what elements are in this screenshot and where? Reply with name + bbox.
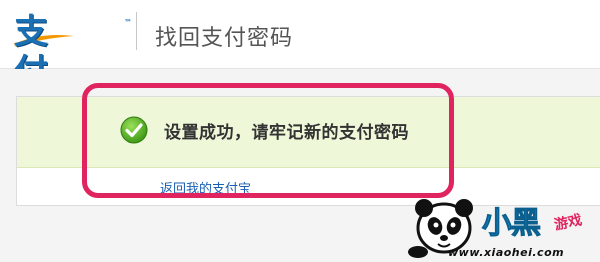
- watermark-title: 小黑: [482, 206, 542, 242]
- watermark-subtitle: 游戏: [552, 212, 584, 234]
- page-header: 支付宝 ™ 找回支付密码: [0, 0, 600, 132]
- watermark-url: www.xiaohei.com: [448, 246, 565, 259]
- highlight-frame: [82, 83, 454, 198]
- page-title: 找回支付密码: [155, 26, 294, 51]
- trademark-mark: ™: [124, 18, 132, 27]
- site-watermark: 小黑 游戏 www.xiaohei.com: [408, 194, 600, 262]
- header-divider: [136, 12, 137, 50]
